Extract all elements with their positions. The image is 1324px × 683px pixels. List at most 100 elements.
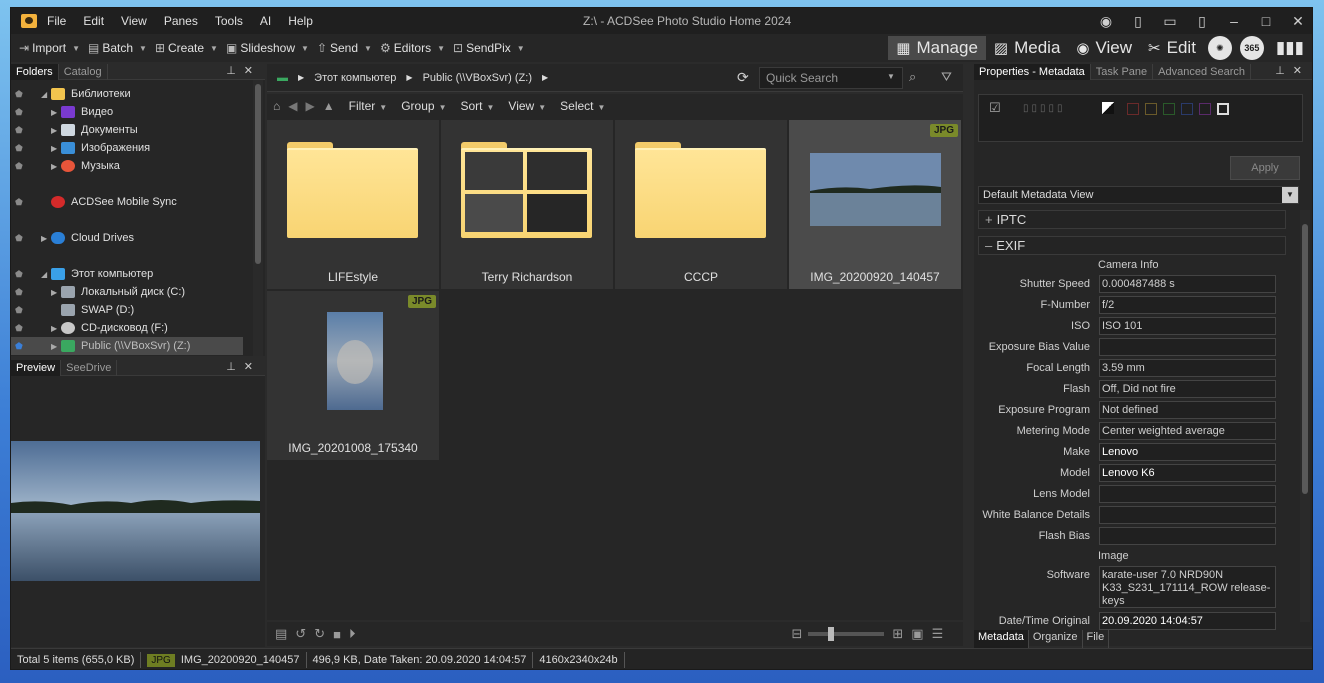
slider-handle[interactable] [828, 627, 835, 641]
file-tile-selected[interactable]: JPG IMG_20200920_140457 [789, 120, 961, 289]
account-icon[interactable]: ◉ [1097, 12, 1115, 30]
view-menu[interactable]: View ▼ [508, 99, 546, 113]
file-tile[interactable]: Terry Richardson [441, 120, 613, 289]
search-icon[interactable]: ⌕ [909, 69, 916, 85]
tab-preview[interactable]: Preview [11, 359, 62, 376]
menu-view[interactable]: View [121, 14, 147, 28]
color-label-yellow[interactable] [1145, 103, 1157, 115]
tagged-checkbox-icon[interactable]: ☑ [989, 100, 1001, 116]
thumbnail-size-slider[interactable] [808, 627, 885, 641]
exif-value[interactable]: 20.09.2020 14:04:57 [1099, 612, 1276, 630]
tree-item-video[interactable]: ⬟ ▶ Видео [11, 103, 257, 121]
collapsed-arrow-icon[interactable]: ▶ [51, 342, 57, 351]
tab-seedrive[interactable]: SeeDrive [61, 359, 118, 376]
menu-tools[interactable]: Tools [215, 14, 243, 28]
panel-pin-close-icons[interactable]: ⊥✕ [226, 360, 261, 373]
up-folder-icon[interactable]: ▲ [323, 99, 335, 113]
import-button[interactable]: ⇥ Import ▼ [19, 41, 80, 55]
collapsed-arrow-icon[interactable]: ▶ [51, 144, 57, 153]
breadcrumb-this-pc[interactable]: Этот компьютер [314, 72, 396, 84]
tree-item-drive-z[interactable]: ⬟ ▶ Public (\\VBoxSvr) (Z:) [11, 337, 243, 355]
select-menu[interactable]: Select ▼ [560, 99, 605, 113]
exif-value[interactable]: f/2 [1099, 296, 1276, 314]
batch-rename-icon[interactable]: ▤ [275, 626, 287, 642]
panel-pin-close-icons[interactable]: ⊥✕ [226, 64, 261, 77]
properties-scrollbar[interactable] [1300, 210, 1310, 622]
tree-item-cloud-drives[interactable]: ⬟ ▶ Cloud Drives [11, 229, 257, 247]
tree-item-images[interactable]: ⬟ ▶ Изображения [11, 139, 257, 157]
sendpix-button[interactable]: ⊡ SendPix ▼ [453, 41, 525, 55]
rotate-right-icon[interactable]: ↻ [314, 626, 325, 642]
mode-manage[interactable]: ▦ Manage [888, 36, 986, 60]
panel-pin-close-icons[interactable]: ⊥✕ [1275, 64, 1310, 77]
tree-item-documents[interactable]: ⬟ ▶ Документы [11, 121, 257, 139]
menu-help[interactable]: Help [288, 14, 313, 28]
image-view-icon[interactable]: ▣ [911, 626, 923, 642]
left-pane-toggle-icon[interactable]: ▯ [1129, 12, 1147, 30]
search-history-dropdown-icon[interactable]: ▼ [887, 72, 895, 81]
stop-icon[interactable]: ■ [333, 627, 341, 642]
acdsee-365-button[interactable]: 365 [1239, 36, 1264, 60]
rotate-left-icon[interactable]: ↺ [295, 626, 306, 642]
exif-value[interactable]: Lenovo K6 [1099, 464, 1276, 482]
scrollbar-thumb[interactable] [255, 84, 261, 264]
expanded-arrow-icon[interactable]: ◢ [41, 270, 47, 279]
mode-edit[interactable]: ✂ Edit [1140, 36, 1204, 60]
create-button[interactable]: ⊞ Create ▼ [155, 41, 218, 55]
exif-value[interactable]: Center weighted average [1099, 422, 1276, 440]
exif-value[interactable]: Not defined [1099, 401, 1276, 419]
exif-value[interactable] [1099, 527, 1276, 545]
group-menu[interactable]: Group ▼ [401, 99, 446, 113]
tree-item-libraries[interactable]: ⬟ ◢ Библиотеки [11, 85, 257, 103]
scrollbar-thumb[interactable] [1302, 224, 1308, 494]
home-icon[interactable]: ⌂ [273, 99, 280, 113]
list-view-icon[interactable]: ☰ [932, 626, 944, 642]
tab-task-pane[interactable]: Task Pane [1091, 63, 1154, 80]
collapsed-arrow-icon[interactable]: ▶ [51, 162, 57, 171]
iptc-section-header[interactable]: + IPTC [978, 210, 1286, 229]
quick-search-input[interactable]: Quick Search [759, 67, 903, 89]
folders-scrollbar[interactable] [253, 80, 263, 356]
color-label-purple[interactable] [1199, 103, 1211, 115]
menu-panes[interactable]: Panes [164, 14, 198, 28]
rating-buttons[interactable]: ▯▯▯▯▯ [1023, 103, 1066, 114]
play-icon[interactable]: ⏵ [349, 626, 356, 642]
right-pane-toggle-icon[interactable]: ▯ [1193, 12, 1211, 30]
exif-value[interactable]: ISO 101 [1099, 317, 1276, 335]
dashboard-icon[interactable]: ✺ [1207, 36, 1232, 60]
tab-file[interactable]: File [1083, 630, 1110, 648]
file-tile[interactable]: CCCP [615, 120, 787, 289]
mode-media[interactable]: ▨ Media [986, 36, 1069, 60]
tree-item-drive-c[interactable]: ⬟ ▶ Локальный диск (C:) [11, 283, 257, 301]
refresh-icon[interactable]: ⟳ [737, 69, 749, 86]
mode-view[interactable]: ◉ View [1068, 36, 1140, 60]
color-label-green[interactable] [1163, 103, 1175, 115]
clear-color-label-icon[interactable] [1217, 103, 1229, 115]
tab-metadata[interactable]: Metadata [974, 630, 1029, 648]
bottom-pane-toggle-icon[interactable]: ▭ [1161, 12, 1179, 30]
exif-value[interactable] [1099, 485, 1276, 503]
tab-properties-metadata[interactable]: Properties - Metadata [974, 63, 1091, 80]
zoom-in-icon[interactable]: ⊞ [892, 626, 903, 642]
exif-value[interactable] [1099, 506, 1276, 524]
file-tile[interactable]: JPG IMG_20201008_175340 [267, 291, 439, 460]
collapsed-arrow-icon[interactable]: ▶ [51, 108, 57, 117]
expanded-arrow-icon[interactable]: ◢ [41, 90, 47, 99]
metadata-view-select[interactable]: Default Metadata View ▼ [978, 186, 1299, 204]
tree-item-music[interactable]: ⬟ ▶ Музыка [11, 157, 257, 175]
collapsed-arrow-icon[interactable]: ▶ [41, 234, 47, 243]
close-button[interactable]: ✕ [1289, 12, 1307, 30]
menu-file[interactable]: File [47, 14, 66, 28]
filter-menu[interactable]: Filter ▼ [349, 99, 388, 113]
forward-icon[interactable]: ▶ [305, 99, 314, 113]
tab-advanced-search[interactable]: Advanced Search [1153, 63, 1251, 80]
tree-item-this-pc[interactable]: ⬟ ◢ Этот компьютер [11, 265, 257, 283]
exif-value[interactable]: 3.59 mm [1099, 359, 1276, 377]
collapsed-arrow-icon[interactable]: ▶ [51, 324, 57, 333]
exif-value[interactable]: Off, Did not fire [1099, 380, 1276, 398]
tab-catalog[interactable]: Catalog [59, 63, 108, 80]
tree-item-mobile-sync[interactable]: ⬟ ACDSee Mobile Sync [11, 193, 257, 211]
editors-button[interactable]: ⚙ Editors ▼ [380, 41, 445, 55]
menu-ai[interactable]: AI [260, 14, 271, 28]
maximize-button[interactable]: □ [1257, 12, 1275, 30]
